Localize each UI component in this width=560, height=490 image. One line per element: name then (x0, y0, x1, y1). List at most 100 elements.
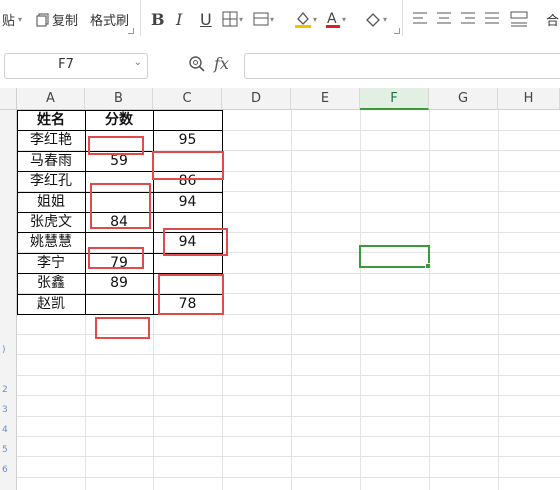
zoom-search-icon[interactable] (188, 55, 206, 73)
paste-label: 贴 (2, 14, 16, 29)
italic-button[interactable]: I (176, 6, 182, 32)
highlight-box (88, 136, 144, 155)
name-box[interactable]: F7 ⌄ (4, 53, 148, 79)
format-painter-button[interactable]: 格式刷 (90, 10, 129, 29)
table-cell[interactable]: 赵凯 (17, 294, 85, 314)
clear-button[interactable]: ▾ (364, 6, 387, 32)
italic-label: I (176, 9, 183, 29)
highlight-box (152, 151, 224, 180)
font-color-button[interactable]: A ▾ (325, 6, 346, 32)
copy-icon (36, 12, 49, 27)
align-top-button[interactable] (412, 6, 428, 32)
highlight-box (163, 228, 228, 256)
bold-button[interactable]: B (151, 6, 165, 32)
justify-icon (485, 12, 499, 24)
active-cell[interactable] (359, 245, 431, 269)
formula-tools: fx (188, 54, 229, 73)
align-bottom-icon (461, 12, 475, 24)
copy-label: 复制 (52, 14, 79, 29)
table-cell[interactable] (153, 253, 222, 273)
column-header-a[interactable]: A (17, 88, 85, 110)
table-cell[interactable]: 94 (153, 192, 222, 212)
table-cell[interactable]: 姐姐 (17, 192, 85, 212)
chevron-down-icon[interactable]: ▾ (313, 15, 317, 24)
align-bottom-button[interactable] (460, 6, 476, 32)
row-number: 4 (2, 425, 8, 435)
row-gridline (17, 354, 560, 355)
row-number: 6 (2, 465, 8, 475)
spreadsheet-grid[interactable]: ) 2 3 4 5 6 ABCDEFGH 姓名 分数 李红艳 95 马春雨 59 李红孔… (0, 88, 560, 490)
column-header-g[interactable]: G (429, 88, 498, 110)
chevron-down-icon[interactable]: ⌄ (134, 57, 142, 68)
cell-format-button[interactable]: ▾ (253, 6, 274, 32)
cell-format-icon (253, 12, 269, 26)
divider (140, 0, 141, 36)
column-header-d[interactable]: D (222, 88, 291, 110)
formula-bar: F7 ⌄ fx (0, 44, 560, 89)
svg-text:A: A (327, 11, 337, 27)
row-header-strip[interactable]: ) 2 3 4 5 6 (0, 110, 17, 490)
row-number: 3 (2, 405, 8, 415)
header-cell-name[interactable]: 姓名 (17, 110, 85, 130)
table-cell[interactable]: 89 (85, 273, 153, 293)
underline-label: U (200, 9, 212, 29)
wrap-button[interactable] (510, 6, 528, 32)
merge-button[interactable]: 合 (546, 10, 559, 29)
chevron-down-icon[interactable]: ▾ (239, 15, 243, 24)
header-cell-c[interactable] (153, 110, 222, 130)
row-number: 5 (2, 445, 8, 455)
row-gridline (17, 395, 560, 396)
header-cell-score[interactable]: 分数 (85, 110, 153, 130)
name-box-value: F7 (58, 57, 74, 72)
column-header-b[interactable]: B (85, 88, 153, 110)
column-gridline (498, 110, 499, 490)
ribbon-toolbar: 贴 ▾ 复制 格式刷 B I U ▾ ▾ ▾ A ▾ ▾ 合 (0, 0, 560, 45)
eraser-icon (366, 13, 380, 27)
formula-input[interactable] (244, 53, 560, 79)
highlight-box (95, 317, 150, 339)
row-gridline (17, 375, 560, 376)
borders-button[interactable]: ▾ (222, 6, 243, 32)
highlight-box (90, 183, 151, 229)
column-header-f[interactable]: F (360, 88, 429, 110)
row-gridline (17, 416, 560, 417)
table-cell[interactable] (85, 294, 153, 314)
format-painter-label: 格式刷 (90, 14, 130, 29)
align-middle-icon (437, 12, 451, 24)
table-cell[interactable]: 95 (153, 130, 222, 150)
table-cell[interactable]: 姚慧慧 (17, 232, 85, 252)
merge-label: 合 (546, 14, 560, 29)
paste-button[interactable]: 贴 ▾ (2, 10, 22, 29)
highlight-box (88, 247, 144, 269)
table-cell[interactable]: 张鑫 (17, 273, 85, 293)
row-gridline (17, 456, 560, 457)
align-middle-button[interactable] (436, 6, 452, 32)
column-header-h[interactable]: H (498, 88, 560, 110)
column-gridline (360, 110, 361, 490)
paint-bucket-icon (295, 11, 311, 28)
bold-label: B (151, 9, 165, 29)
chevron-down-icon[interactable]: ▾ (270, 15, 274, 24)
underline-button[interactable]: U (200, 6, 212, 32)
table-cell[interactable]: 李宁 (17, 253, 85, 273)
insert-function-button[interactable]: fx (214, 54, 229, 73)
table-cell[interactable]: 张虎文 (17, 212, 85, 232)
column-gridline (429, 110, 430, 490)
wrap-text-icon (510, 11, 528, 27)
select-all-corner[interactable] (0, 88, 17, 110)
chevron-down-icon[interactable]: ▾ (342, 15, 346, 24)
font-group-launcher-icon[interactable] (394, 28, 400, 34)
column-header-e[interactable]: E (291, 88, 360, 110)
fill-color-button[interactable]: ▾ (294, 6, 317, 32)
copy-button[interactable]: 复制 (36, 10, 78, 29)
chevron-down-icon[interactable]: ▾ (383, 15, 387, 24)
justify-button[interactable] (484, 6, 500, 32)
chevron-down-icon[interactable]: ▾ (18, 15, 22, 24)
clipboard-group-launcher-icon[interactable] (128, 28, 134, 34)
table-cell[interactable]: 李红艳 (17, 130, 85, 150)
table-cell[interactable]: 李红孔 (17, 171, 85, 191)
table-cell[interactable]: 马春雨 (17, 151, 85, 171)
row-number: 2 (2, 385, 8, 395)
align-top-icon (413, 12, 427, 24)
column-header-c[interactable]: C (153, 88, 222, 110)
